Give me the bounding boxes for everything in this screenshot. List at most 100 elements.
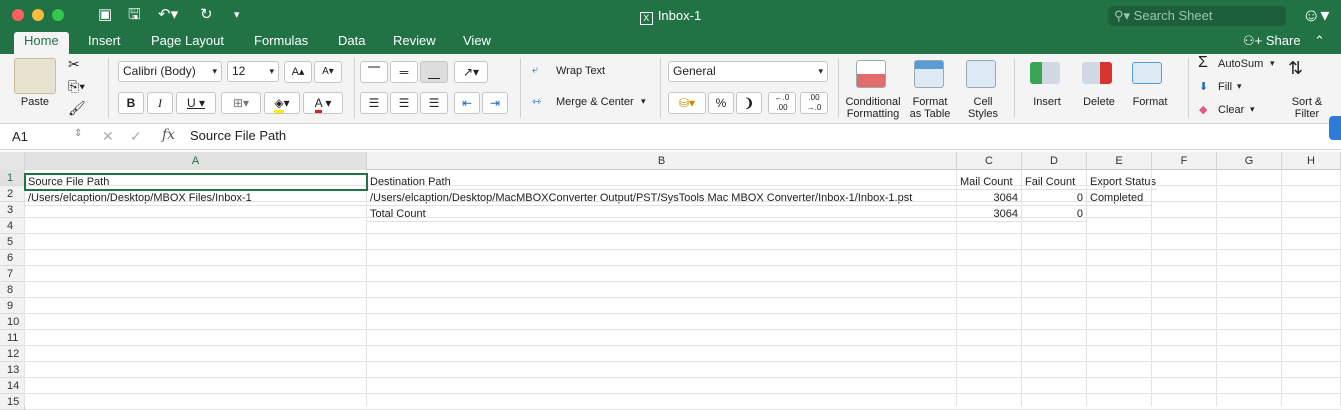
orientation-icon[interactable]: ↗▾ <box>454 61 488 83</box>
column-header-a[interactable]: A <box>25 152 367 170</box>
column-header-c[interactable]: C <box>957 152 1022 170</box>
sort-filter-label-1[interactable]: Sort & <box>1280 96 1334 108</box>
column-header-e[interactable]: E <box>1087 152 1152 170</box>
insert-cells-label[interactable]: Insert <box>1022 96 1072 108</box>
column-header-f[interactable]: F <box>1152 152 1217 170</box>
underline-button[interactable]: U ▾ <box>176 92 216 114</box>
decrease-font-size-icon[interactable]: A▾ <box>314 61 342 83</box>
accounting-format-icon[interactable]: ⛁▾ <box>668 92 706 114</box>
column-header-h[interactable]: H <box>1282 152 1341 170</box>
row-header-4[interactable]: 4 <box>0 218 25 234</box>
tab-view[interactable]: View <box>453 32 501 54</box>
conditional-formatting-label-1[interactable]: Conditional <box>842 96 904 108</box>
cell-styles-label-1[interactable]: Cell <box>958 96 1008 108</box>
cell-b2[interactable]: /Users/elcaption/Desktop/MacMBOXConverte… <box>367 190 957 206</box>
bold-button[interactable]: B <box>118 92 144 114</box>
chevron-down-icon[interactable]: ▾ <box>641 96 646 107</box>
autosum-label[interactable]: AutoSum <box>1218 58 1263 70</box>
number-format-select[interactable]: General ▾ <box>668 61 828 82</box>
align-center-icon[interactable]: ☰ <box>390 92 418 114</box>
sort-filter-icon[interactable]: ⇅ <box>1288 58 1303 79</box>
comma-style-icon[interactable]: ❩ <box>736 92 762 114</box>
insert-function-icon[interactable]: fx <box>162 127 175 143</box>
font-name-select[interactable]: Calibri (Body) ▾ <box>118 61 222 82</box>
wrap-text-button[interactable]: Wrap Text <box>556 65 605 77</box>
row-header-7[interactable]: 7 <box>0 266 25 282</box>
tab-review[interactable]: Review <box>383 32 446 54</box>
chevron-down-icon[interactable]: ▾ <box>1250 104 1255 115</box>
merge-center-icon[interactable]: ⇿ <box>532 95 541 108</box>
clear-icon[interactable]: ◆ <box>1199 103 1207 116</box>
row-header-10[interactable]: 10 <box>0 314 25 330</box>
tab-home[interactable]: Home <box>14 32 69 54</box>
row-header-12[interactable]: 12 <box>0 346 25 362</box>
cut-icon[interactable]: ✂ <box>68 56 80 73</box>
fill-color-icon[interactable]: ◈▾ <box>264 92 300 114</box>
side-panel-tab-icon[interactable] <box>1329 116 1341 140</box>
conditional-formatting-label-2[interactable]: Formatting <box>842 108 904 120</box>
feedback-smiley-icon[interactable]: ☺▾ <box>1302 5 1329 26</box>
select-all-corner[interactable] <box>0 152 25 170</box>
format-painter-icon[interactable]: 🖌 <box>68 100 86 117</box>
align-top-icon[interactable]: ⎺ <box>360 61 388 83</box>
row-header-5[interactable]: 5 <box>0 234 25 250</box>
merge-center-button[interactable]: Merge & Center <box>556 96 634 108</box>
worksheet-grid[interactable]: A B C D E F G H 1 2 3 4 5 6 7 8 9 10 11 12 13 14 15 So… <box>0 152 1341 410</box>
clear-label[interactable]: Clear <box>1218 104 1244 116</box>
row-header-15[interactable]: 15 <box>0 394 25 410</box>
increase-font-size-icon[interactable]: A▴ <box>284 61 312 83</box>
increase-indent-icon[interactable]: ⇥ <box>482 92 508 114</box>
collapse-ribbon-icon[interactable]: ⌃ <box>1314 32 1325 50</box>
row-header-8[interactable]: 8 <box>0 282 25 298</box>
align-right-icon[interactable]: ☰ <box>420 92 448 114</box>
delete-cells-label[interactable]: Delete <box>1074 96 1124 108</box>
tab-formulas[interactable]: Formulas <box>244 32 318 54</box>
cell-b3[interactable]: Total Count <box>367 206 957 222</box>
row-header-1[interactable]: 1 <box>0 170 25 186</box>
row-header-3[interactable]: 3 <box>0 202 25 218</box>
row-header-14[interactable]: 14 <box>0 378 25 394</box>
cell-d1[interactable]: Fail Count <box>1022 174 1087 190</box>
autosum-icon[interactable]: Σ <box>1198 54 1208 72</box>
borders-icon[interactable]: ⊞▾ <box>221 92 261 114</box>
font-color-icon[interactable]: A ▾ <box>303 92 343 114</box>
row-header-13[interactable]: 13 <box>0 362 25 378</box>
percent-style-icon[interactable]: % <box>708 92 734 114</box>
italic-button[interactable]: I <box>147 92 173 114</box>
column-header-d[interactable]: D <box>1022 152 1087 170</box>
row-header-11[interactable]: 11 <box>0 330 25 346</box>
increase-decimal-icon[interactable]: ←.0.00 <box>768 92 796 114</box>
format-as-table-label-2[interactable]: as Table <box>904 108 956 120</box>
format-cells-icon[interactable] <box>1132 62 1162 84</box>
column-header-g[interactable]: G <box>1217 152 1282 170</box>
cell-d3[interactable]: 0 <box>1022 206 1087 222</box>
cell-e1[interactable]: Export Status <box>1087 174 1157 190</box>
sort-filter-label-2[interactable]: Filter <box>1280 108 1334 120</box>
confirm-entry-icon[interactable]: ✓ <box>130 128 142 145</box>
cell-e2[interactable]: Completed <box>1087 190 1152 206</box>
decrease-indent-icon[interactable]: ⇤ <box>454 92 480 114</box>
cell-a2[interactable]: /Users/elcaption/Desktop/MBOX Files/Inbo… <box>25 190 367 206</box>
row-header-6[interactable]: 6 <box>0 250 25 266</box>
name-box-stepper-icon[interactable]: ⇕ <box>74 128 82 139</box>
conditional-formatting-icon[interactable] <box>856 60 886 88</box>
font-size-select[interactable]: 12 ▾ <box>227 61 279 82</box>
search-sheet-input[interactable]: ⚲▾ Search Sheet <box>1108 6 1286 26</box>
tab-page-layout[interactable]: Page Layout <box>141 32 234 54</box>
format-cells-label[interactable]: Format <box>1124 96 1176 108</box>
wrap-text-icon[interactable]: ⤶ <box>532 64 538 77</box>
chevron-down-icon[interactable]: ▾ <box>1237 81 1242 92</box>
fill-label[interactable]: Fill <box>1218 81 1232 93</box>
cell-b1[interactable]: Destination Path <box>367 174 957 190</box>
delete-cells-icon[interactable] <box>1082 62 1112 84</box>
insert-cells-icon[interactable] <box>1030 62 1060 84</box>
decrease-decimal-icon[interactable]: .00 →.0 <box>800 92 828 114</box>
cancel-entry-icon[interactable]: ✕ <box>102 128 114 145</box>
cell-styles-icon[interactable] <box>966 60 996 88</box>
cell-d2[interactable]: 0 <box>1022 190 1087 206</box>
share-button[interactable]: ⚇+ Share <box>1243 32 1301 50</box>
row-header-9[interactable]: 9 <box>0 298 25 314</box>
cell-c2[interactable]: 3064 <box>957 190 1022 206</box>
row-header-2[interactable]: 2 <box>0 186 25 202</box>
cell-c1[interactable]: Mail Count <box>957 174 1022 190</box>
